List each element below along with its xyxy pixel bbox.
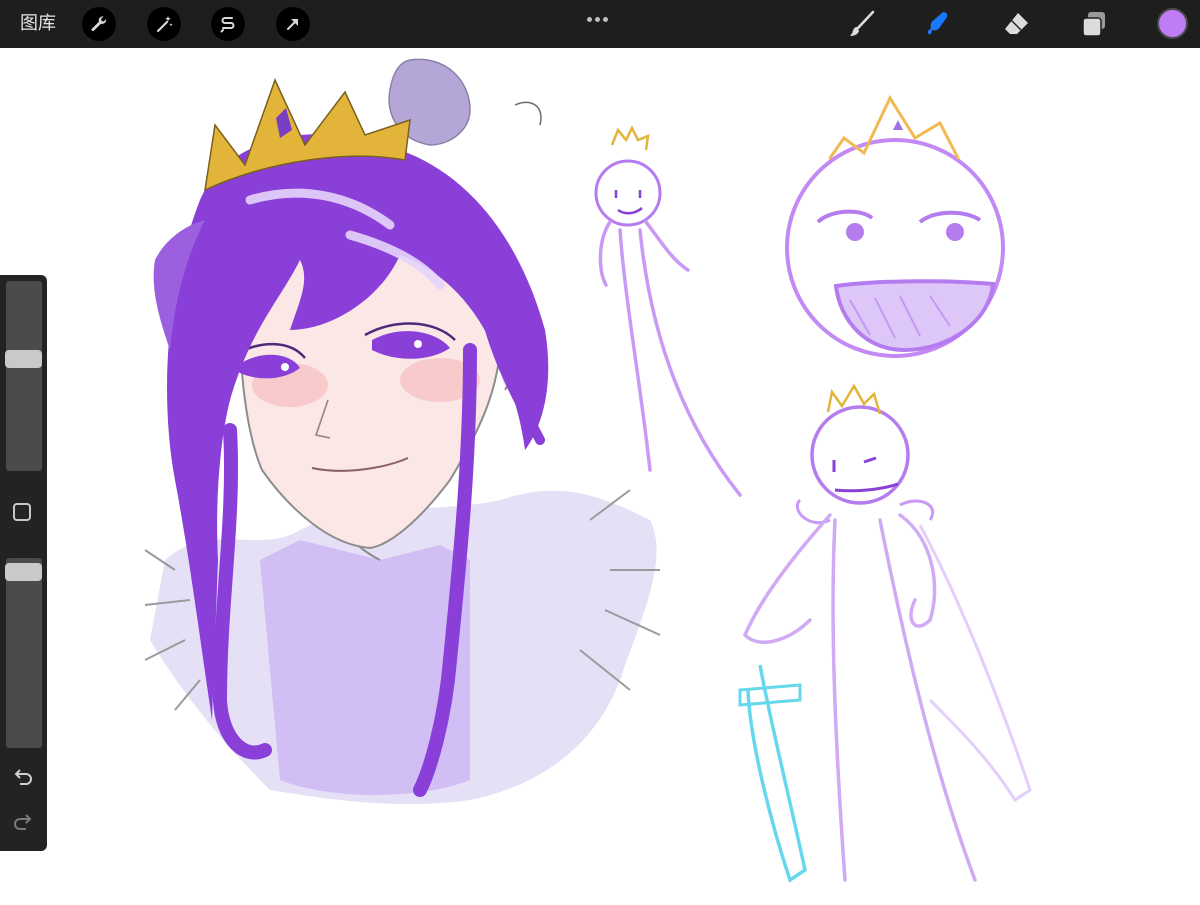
smudge-icon[interactable] bbox=[920, 7, 956, 41]
magic-wand-icon[interactable] bbox=[147, 7, 181, 41]
opacity-handle[interactable] bbox=[5, 563, 42, 581]
redo-icon[interactable] bbox=[11, 810, 35, 834]
brush-size-handle[interactable] bbox=[5, 350, 42, 368]
layers-icon[interactable] bbox=[1076, 7, 1112, 41]
grip-handle-icon[interactable] bbox=[587, 9, 611, 27]
transform-arrow-icon[interactable] bbox=[276, 7, 310, 41]
eraser-icon[interactable] bbox=[998, 7, 1034, 41]
undo-icon[interactable] bbox=[11, 765, 35, 789]
color-picker-button[interactable] bbox=[1157, 8, 1188, 39]
selection-icon[interactable] bbox=[211, 7, 245, 41]
gallery-button[interactable]: 图库 bbox=[20, 12, 56, 36]
brush-icon[interactable] bbox=[844, 7, 880, 41]
brush-size-slider[interactable] bbox=[5, 281, 42, 471]
artwork bbox=[144, 58, 1032, 883]
wrench-icon[interactable] bbox=[82, 7, 116, 41]
top-toolbar: 图库 bbox=[0, 0, 1200, 48]
modify-square-icon[interactable] bbox=[13, 503, 31, 521]
brush-sidebar bbox=[0, 275, 47, 851]
opacity-slider[interactable] bbox=[5, 558, 42, 748]
drawing-canvas[interactable] bbox=[0, 48, 1200, 900]
